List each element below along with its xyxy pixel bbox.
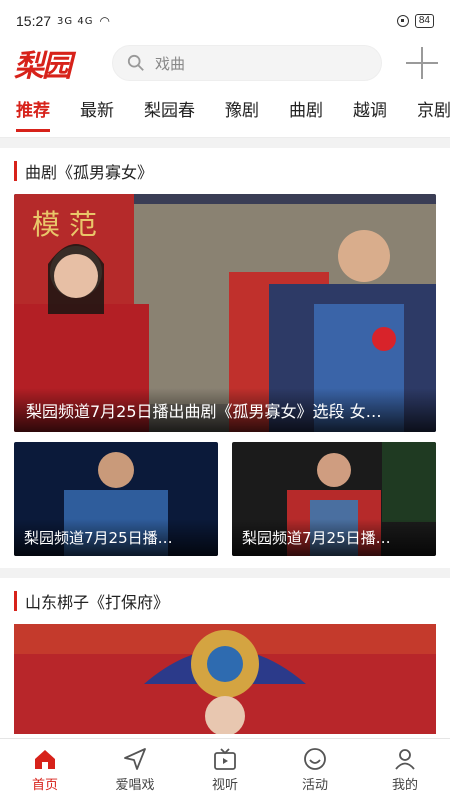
tab-yuju[interactable]: 豫剧 <box>225 84 259 137</box>
section-accent-bar <box>14 161 17 181</box>
section-title[interactable]: 山东梆子《打保府》 <box>25 589 169 613</box>
nav-activity[interactable]: 活动 <box>270 739 360 800</box>
nav-label: 爱唱戏 <box>115 778 155 793</box>
video-caption: 梨园频道7月25日播出曲剧《孤男寡女》选段 女… <box>14 388 436 432</box>
section-title[interactable]: 曲剧《孤男寡女》 <box>25 159 153 183</box>
activity-icon <box>304 748 326 770</box>
tab-recommend[interactable]: 推荐 <box>16 84 50 137</box>
category-tabs: 推荐 最新 梨园春 豫剧 曲剧 越调 京剧 <box>0 84 450 138</box>
featured-video-card[interactable] <box>14 624 436 734</box>
svg-text:模 范: 模 范 <box>32 208 97 241</box>
section-accent-bar <box>14 591 17 611</box>
video-card[interactable]: 梨园频道7月25日播… <box>14 442 218 556</box>
tab-quju[interactable]: 曲剧 <box>289 84 323 137</box>
send-icon <box>124 748 146 770</box>
nav-label: 活动 <box>301 778 328 793</box>
content-section: 曲剧《孤男寡女》 模 范 梨园频道7月25日播出曲剧《孤男寡女》选段 女… 梨园… <box>0 148 450 568</box>
section-header: 山东梆子《打保府》 <box>14 578 436 624</box>
nav-profile[interactable]: 我的 <box>360 739 450 800</box>
nav-label: 首页 <box>31 778 58 793</box>
content-section: 山东梆子《打保府》 <box>0 578 450 746</box>
search-icon <box>127 54 144 71</box>
home-icon <box>35 750 55 769</box>
battery-level: 84 <box>414 14 434 28</box>
section-header: 曲剧《孤男寡女》 <box>14 148 436 194</box>
video-grid: 梨园频道7月25日播… 梨园频道7月25日播… <box>14 442 436 556</box>
nav-home[interactable]: 首页 <box>0 739 90 800</box>
add-icon[interactable] <box>406 47 438 79</box>
tab-latest[interactable]: 最新 <box>80 84 114 137</box>
lock-icon <box>396 15 409 27</box>
tab-yuediao[interactable]: 越调 <box>353 84 387 137</box>
app-header: 梨园 戏曲 <box>0 42 450 84</box>
featured-video-card[interactable]: 模 范 梨园频道7月25日播出曲剧《孤男寡女》选段 女… <box>14 194 436 432</box>
tab-jingju[interactable]: 京剧 <box>417 84 450 137</box>
video-card[interactable]: 梨园频道7月25日播… <box>232 442 436 556</box>
app-screen: 15:27 3G 4G ◠ 84 梨园 戏曲 推荐 最新 梨园春 豫剧 曲剧 越… <box>0 0 450 800</box>
search-input[interactable]: 戏曲 <box>112 45 382 81</box>
video-caption: 梨园频道7月25日播… <box>14 519 218 556</box>
video-thumbnail <box>14 624 436 734</box>
nav-media[interactable]: 视听 <box>180 739 270 800</box>
user-icon <box>395 749 415 770</box>
bottom-nav: 首页 爱唱戏 视听 活动 我的 <box>0 738 450 800</box>
status-time: 15:27 <box>16 13 52 29</box>
wifi-icon: ◠ <box>99 14 110 28</box>
signal-icon: 3G 4G <box>57 15 94 27</box>
nav-sing[interactable]: 爱唱戏 <box>90 739 180 800</box>
nav-label: 视听 <box>211 778 238 793</box>
search-placeholder: 戏曲 <box>155 54 186 73</box>
tab-liyuanchun[interactable]: 梨园春 <box>144 84 195 137</box>
nav-label: 我的 <box>391 778 418 793</box>
status-bar: 15:27 3G 4G ◠ 84 <box>0 0 450 42</box>
video-caption: 梨园频道7月25日播… <box>232 519 436 556</box>
app-logo[interactable]: 梨园 <box>14 41 106 85</box>
tv-icon <box>214 748 236 770</box>
